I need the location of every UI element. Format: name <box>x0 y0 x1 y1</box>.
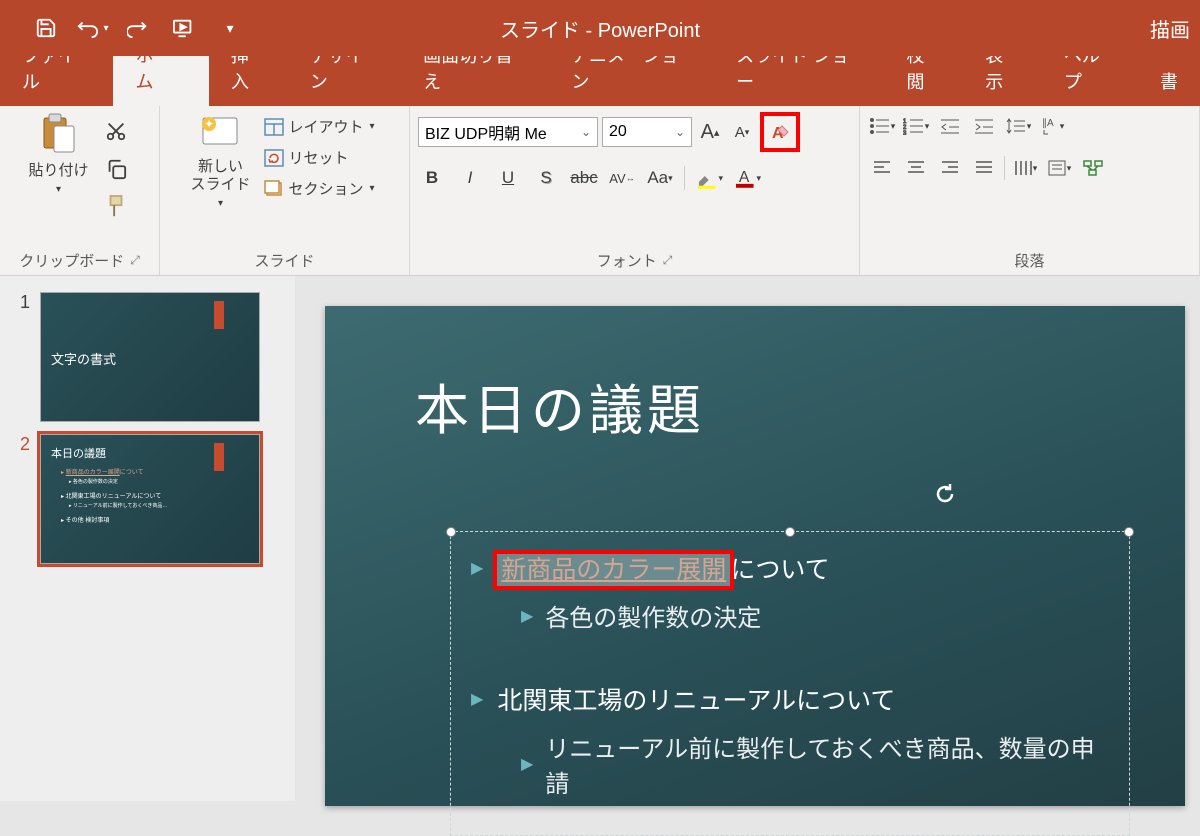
copy-button[interactable] <box>101 154 131 184</box>
svg-text:✦: ✦ <box>204 117 214 131</box>
handle-tl[interactable] <box>446 527 456 537</box>
qat-customize[interactable]: ▾ <box>212 10 248 46</box>
underline-button[interactable]: U <box>494 164 522 192</box>
slide-editor[interactable]: 本日の議題 ▶ 新商品のカラー展開について ▶ 各色の製作数の決定 <box>295 276 1200 801</box>
title-bar: ▾ ▾ スライド - PowerPoint 描画 <box>0 0 1200 56</box>
strikethrough-button[interactable]: abc <box>570 164 598 192</box>
highlight-color-button[interactable]: ▾ <box>695 164 723 192</box>
smartart-button[interactable] <box>1079 154 1107 182</box>
bullets-button[interactable]: ▾ <box>868 112 896 140</box>
content-textbox[interactable]: ▶ 新商品のカラー展開について ▶ 各色の製作数の決定 ▶ 北関東工場のリニュー… <box>450 531 1130 836</box>
clear-formatting-highlight: A <box>760 112 800 152</box>
start-from-beginning-button[interactable] <box>166 10 202 46</box>
thumb-item-2[interactable]: 2 本日の議題 ▸ 新商品のカラー展開について ▸ 各色の製作数の決定 ▸ 北関… <box>0 428 295 570</box>
columns-button[interactable]: ▾ <box>1011 154 1039 182</box>
workspace: 1 文字の書式 2 本日の議題 ▸ 新商品のカラー展開について ▸ 各色の製作数… <box>0 276 1200 801</box>
save-button[interactable] <box>28 10 64 46</box>
italic-button[interactable]: I <box>456 164 484 192</box>
bullet-icon: ▶ <box>471 689 483 709</box>
selected-text[interactable]: 新商品のカラー展開 <box>497 554 730 586</box>
align-left-button[interactable] <box>868 154 896 182</box>
group-slides-label: スライド <box>254 250 314 271</box>
new-slide-label: 新しい スライド <box>190 158 250 194</box>
increase-font-button[interactable]: A▴ <box>696 118 724 146</box>
thumb-item-1[interactable]: 1 文字の書式 <box>0 286 295 428</box>
undo-button[interactable]: ▾ <box>74 10 110 46</box>
bullet-icon: ▶ <box>471 558 483 578</box>
reset-button[interactable]: リセット <box>260 145 378 170</box>
slide-title[interactable]: 本日の議題 <box>415 366 705 445</box>
align-right-button[interactable] <box>936 154 964 182</box>
new-slide-button[interactable]: ✦ 新しい スライド ▾ <box>190 112 250 210</box>
group-paragraph: ▾ 123▾ ▾ ∥A▾ ▾ ▾ 段落 <box>860 106 1200 275</box>
change-case-button[interactable]: Aa▾ <box>646 164 674 192</box>
svg-text:∥A: ∥A <box>1042 118 1054 129</box>
thumb-2[interactable]: 本日の議題 ▸ 新商品のカラー展開について ▸ 各色の製作数の決定 ▸ 北関東工… <box>40 434 260 564</box>
quick-access-toolbar: ▾ ▾ <box>0 10 248 46</box>
svg-text:A: A <box>739 169 750 186</box>
paste-button[interactable]: 貼り付け ▾ <box>28 112 88 196</box>
group-font-label: フォント ⤢ <box>597 250 673 271</box>
window-title: スライド - PowerPoint <box>500 14 700 43</box>
bullet-2a[interactable]: ▶ リニューアル前に製作しておくべき商品、数量の申請 <box>521 729 1109 799</box>
font-name-select[interactable]: BIZ UDP明朝 Me⌄ <box>418 117 598 147</box>
slide-thumbnails-pane: 1 文字の書式 2 本日の議題 ▸ 新商品のカラー展開について ▸ 各色の製作数… <box>0 276 295 801</box>
font-dialog-launcher[interactable]: ⤢ <box>663 253 673 268</box>
numbering-button[interactable]: 123▾ <box>902 112 930 140</box>
bold-button[interactable]: B <box>418 164 446 192</box>
section-button[interactable]: セクション▾ <box>260 176 378 201</box>
text-direction-button[interactable]: ∥A▾ <box>1038 112 1066 140</box>
bullet-1[interactable]: ▶ 新商品のカラー展開について <box>471 550 1109 586</box>
bullet-icon: ▶ <box>521 606 533 626</box>
handle-t[interactable] <box>785 527 795 537</box>
format-label-cut: 描画 <box>1150 14 1190 43</box>
increase-indent-button[interactable] <box>970 112 998 140</box>
paste-label: 貼り付け <box>28 162 88 180</box>
bullet-2[interactable]: ▶ 北関東工場のリニューアルについて <box>471 681 1109 717</box>
rotate-handle[interactable] <box>932 481 958 507</box>
ribbon: 貼り付け ▾ クリップボード ⤢ ✦ <box>0 106 1200 276</box>
svg-text:3: 3 <box>903 131 907 135</box>
bullet-1a[interactable]: ▶ 各色の製作数の決定 <box>521 598 1109 633</box>
layout-button[interactable]: レイアウト▾ <box>260 114 378 139</box>
thumb-1[interactable]: 文字の書式 <box>40 292 260 422</box>
clear-formatting-button[interactable]: A <box>766 118 794 146</box>
clipboard-dialog-launcher[interactable]: ⤢ <box>130 253 140 268</box>
group-clipboard: 貼り付け ▾ クリップボード ⤢ <box>0 106 160 275</box>
group-font: BIZ UDP明朝 Me⌄ 20⌄ A▴ A▾ A B I U S abc <box>410 106 860 275</box>
tab-format[interactable]: 書 <box>1138 56 1200 106</box>
font-size-select[interactable]: 20⌄ <box>602 117 692 147</box>
group-slides: ✦ 新しい スライド ▾ レイアウト▾ リセット セクション▾ スライド <box>160 106 410 275</box>
group-clipboard-label: クリップボード ⤢ <box>19 250 140 271</box>
font-color-button[interactable]: A▾ <box>733 164 761 192</box>
group-paragraph-label: 段落 <box>1014 250 1044 271</box>
align-center-button[interactable] <box>902 154 930 182</box>
line-spacing-button[interactable]: ▾ <box>1004 112 1032 140</box>
cut-button[interactable] <box>101 116 131 146</box>
redo-button[interactable] <box>120 10 156 46</box>
decrease-indent-button[interactable] <box>936 112 964 140</box>
format-painter-button[interactable] <box>101 192 131 222</box>
justify-button[interactable] <box>970 154 998 182</box>
decrease-font-button[interactable]: A▾ <box>728 118 756 146</box>
slide-canvas[interactable]: 本日の議題 ▶ 新商品のカラー展開について ▶ 各色の製作数の決定 <box>325 306 1185 806</box>
align-text-button[interactable]: ▾ <box>1045 154 1073 182</box>
ribbon-tabs: ファイル ホーム 挿入 デザイン 画面切り替え アニメーション スライド ショー… <box>0 56 1200 106</box>
bullet-icon: ▶ <box>521 754 533 774</box>
handle-tr[interactable] <box>1124 527 1134 537</box>
char-spacing-button[interactable]: AV↔ <box>608 164 636 192</box>
shadow-button[interactable]: S <box>532 164 560 192</box>
